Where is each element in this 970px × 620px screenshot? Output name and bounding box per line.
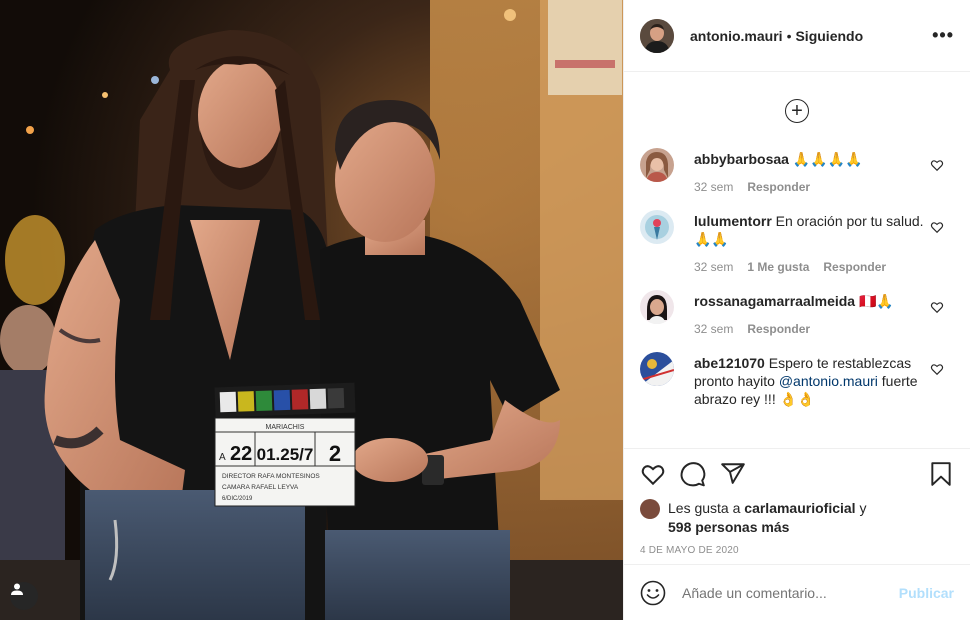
commenter-avatar[interactable]	[640, 352, 674, 386]
clapper-production: MARIACHIS	[266, 424, 305, 431]
save-bookmark-icon[interactable]	[928, 461, 954, 487]
like-comment-heart-icon[interactable]	[930, 220, 944, 234]
comment-time[interactable]: 32 sem	[694, 260, 733, 274]
post-header: antonio.mauri • Siguiendo •••	[624, 0, 970, 72]
likes-summary: Les gusta a carlamaurioficial y 598 pers…	[640, 499, 954, 537]
commenter-avatar-image	[640, 148, 674, 182]
comment-username[interactable]: abbybarbosaa	[694, 151, 789, 167]
comment-time[interactable]: 32 sem	[694, 322, 733, 336]
comment-text: 🙏🙏🙏🙏	[792, 151, 863, 167]
comment-likes-count[interactable]: 1 Me gusta	[747, 260, 809, 274]
comment-item: lulumentorr En oración por tu salud. 🙏🙏 …	[624, 210, 970, 274]
share-send-icon[interactable]	[720, 461, 746, 487]
comment-time[interactable]: 32 sem	[694, 180, 733, 194]
more-options-icon[interactable]: •••	[932, 25, 954, 46]
commenter-avatar-image	[640, 290, 674, 324]
load-more-comments[interactable]: +	[624, 73, 970, 148]
clapper-camera: CAMARA RAFAEL LEYVA	[222, 484, 299, 491]
liker-username[interactable]: carlamaurioficial	[744, 500, 855, 516]
comment-username[interactable]: abe121070	[694, 355, 765, 371]
post-date[interactable]: 4 DE MAYO DE 2020	[640, 545, 954, 556]
post-photo[interactable]: MARIACHIS A 22 01.25/7 2 DIRECTOR RAFA M…	[0, 0, 623, 620]
comment-input[interactable]	[682, 584, 899, 601]
comment-reply-button[interactable]: Responder	[747, 322, 810, 336]
author-avatar-image	[640, 18, 674, 53]
commenter-avatar[interactable]	[640, 210, 674, 244]
clapper-shot: 01.25/7	[257, 445, 314, 464]
clapper-date: 6/DIC/2019	[222, 496, 253, 502]
comment-username[interactable]: rossanagamarraalmeida	[694, 293, 855, 309]
comment-username[interactable]: lulumentorr	[694, 213, 772, 229]
commenter-avatar[interactable]	[640, 148, 674, 182]
comment-reply-button[interactable]: Responder	[823, 260, 886, 274]
comment-meta: 32 sem 1 Me gusta Responder	[694, 260, 930, 274]
author-avatar[interactable]	[640, 18, 674, 53]
comment-meta: 32 sem Responder	[694, 322, 930, 336]
like-comment-heart-icon[interactable]	[930, 362, 944, 376]
comment-reply-button[interactable]: Responder	[747, 180, 810, 194]
emoji-smiley-icon[interactable]	[640, 580, 666, 606]
action-icons-row	[640, 449, 954, 499]
separator-dot: •	[786, 27, 792, 44]
commenter-avatar-image	[640, 210, 674, 244]
user-icon	[11, 583, 23, 595]
comment-text: 🇵🇪🙏	[858, 293, 894, 309]
clapperboard: MARIACHIS A 22 01.25/7 2 DIRECTOR RAFA M…	[214, 382, 356, 507]
comment-bubble-icon[interactable]	[680, 461, 706, 487]
like-comment-heart-icon[interactable]	[930, 300, 944, 314]
comment-item: abbybarbosaa 🙏🙏🙏🙏 32 sem Responder	[624, 148, 970, 194]
comments-list: + abbybarbosaa 🙏🙏🙏🙏 32 sem Responder lul…	[624, 73, 970, 448]
clapper-scene: 22	[230, 443, 252, 465]
clapper-scene-label: A	[219, 452, 226, 463]
like-comment-heart-icon[interactable]	[930, 158, 944, 172]
clapper-take: 2	[329, 441, 341, 466]
likes-conj: y	[859, 500, 867, 516]
liker-avatar[interactable]	[640, 499, 660, 519]
comment-item: abe121070 Espero te restablezcas pronto …	[624, 352, 970, 408]
likes-others-count[interactable]: 598 personas más	[668, 519, 789, 535]
comment-item: rossanagamarraalmeida 🇵🇪🙏 32 sem Respond…	[624, 290, 970, 336]
like-heart-icon[interactable]	[640, 461, 666, 487]
author-username[interactable]: antonio.mauri	[690, 28, 783, 44]
comment-mention-link[interactable]: @antonio.mauri	[779, 373, 878, 389]
follow-status-button[interactable]: Siguiendo	[795, 28, 863, 44]
clapper-director: DIRECTOR RAFA MONTESINOS	[222, 473, 320, 480]
plus-circle-icon[interactable]: +	[785, 98, 809, 123]
add-comment-bar: Publicar	[624, 564, 970, 620]
commenter-avatar-image	[640, 352, 674, 386]
post-actions: Les gusta a carlamaurioficial y 598 pers…	[624, 448, 970, 556]
tagged-users-button[interactable]	[10, 582, 38, 610]
post-side-panel: antonio.mauri • Siguiendo ••• + abbybarb…	[623, 0, 970, 620]
commenter-avatar[interactable]	[640, 290, 674, 324]
likes-prefix: Les gusta a	[668, 500, 741, 516]
comment-meta: 32 sem Responder	[694, 180, 930, 194]
publish-button[interactable]: Publicar	[899, 585, 954, 601]
photo-illustration: MARIACHIS A 22 01.25/7 2 DIRECTOR RAFA M…	[0, 0, 623, 620]
